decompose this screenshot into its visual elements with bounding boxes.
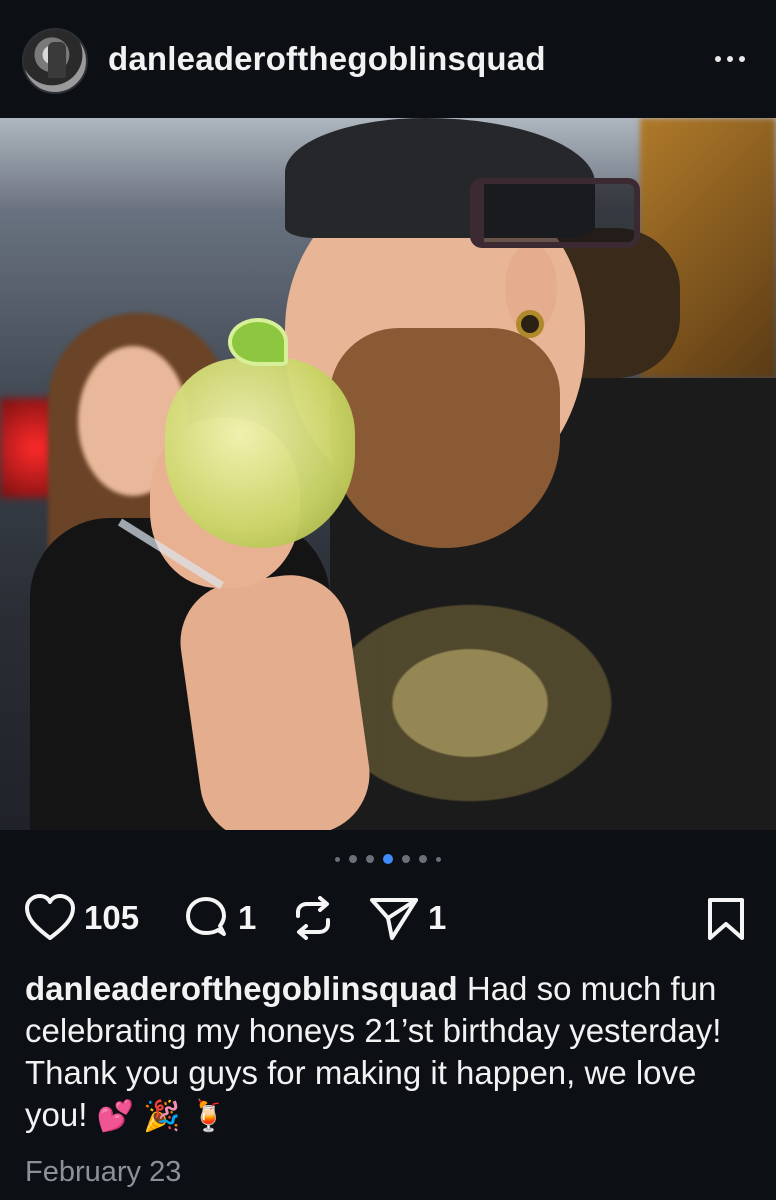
carousel-dot xyxy=(349,855,357,863)
avatar[interactable] xyxy=(22,28,88,94)
post-photo[interactable] xyxy=(0,118,776,830)
caption-username[interactable]: danleaderofthegoblinsquad xyxy=(25,970,458,1007)
share-icon xyxy=(370,898,418,940)
ellipsis-icon[interactable] xyxy=(704,44,756,74)
comment-icon xyxy=(186,897,226,936)
carousel-indicator xyxy=(0,852,776,866)
share-button[interactable]: 1 xyxy=(368,888,446,948)
action-bar: 105 1 1 xyxy=(0,888,776,948)
header-username[interactable]: danleaderofthegoblinsquad xyxy=(108,40,546,78)
ellipsis-dot xyxy=(727,56,733,62)
photo-sunglasses xyxy=(470,178,640,248)
carousel-dot-active xyxy=(383,854,393,864)
comment-count: 1 xyxy=(238,899,257,936)
like-count: 105 xyxy=(84,899,140,936)
bookmark-button[interactable] xyxy=(704,896,748,947)
heart-icon xyxy=(25,894,75,940)
photo-ear-gauge xyxy=(516,310,544,338)
photo-margarita-glass xyxy=(165,358,355,548)
carousel-dot xyxy=(402,855,410,863)
caption-emojis: 💕 🎉 🍹 xyxy=(96,1099,228,1134)
post-header: danleaderofthegoblinsquad xyxy=(0,0,776,118)
photo-man-beard xyxy=(330,328,560,548)
carousel-dot xyxy=(436,856,441,862)
photo-shirt-print xyxy=(350,578,650,828)
post-date: February 23 xyxy=(25,1156,182,1188)
post-caption: danleaderofthegoblinsquad Had so much fu… xyxy=(25,968,755,1138)
photo-lime-wedge xyxy=(228,318,288,366)
carousel-dot xyxy=(366,855,374,863)
carousel-dot xyxy=(335,856,340,862)
like-button[interactable]: 105 xyxy=(24,888,139,948)
repost-icon xyxy=(296,896,330,940)
share-count: 1 xyxy=(428,899,447,936)
comment-button[interactable]: 1 xyxy=(182,888,256,948)
ellipsis-dot xyxy=(715,56,721,62)
repost-button[interactable] xyxy=(290,888,336,948)
ellipsis-dot xyxy=(739,56,745,62)
bookmark-icon xyxy=(708,898,744,940)
carousel-dot xyxy=(419,855,427,863)
